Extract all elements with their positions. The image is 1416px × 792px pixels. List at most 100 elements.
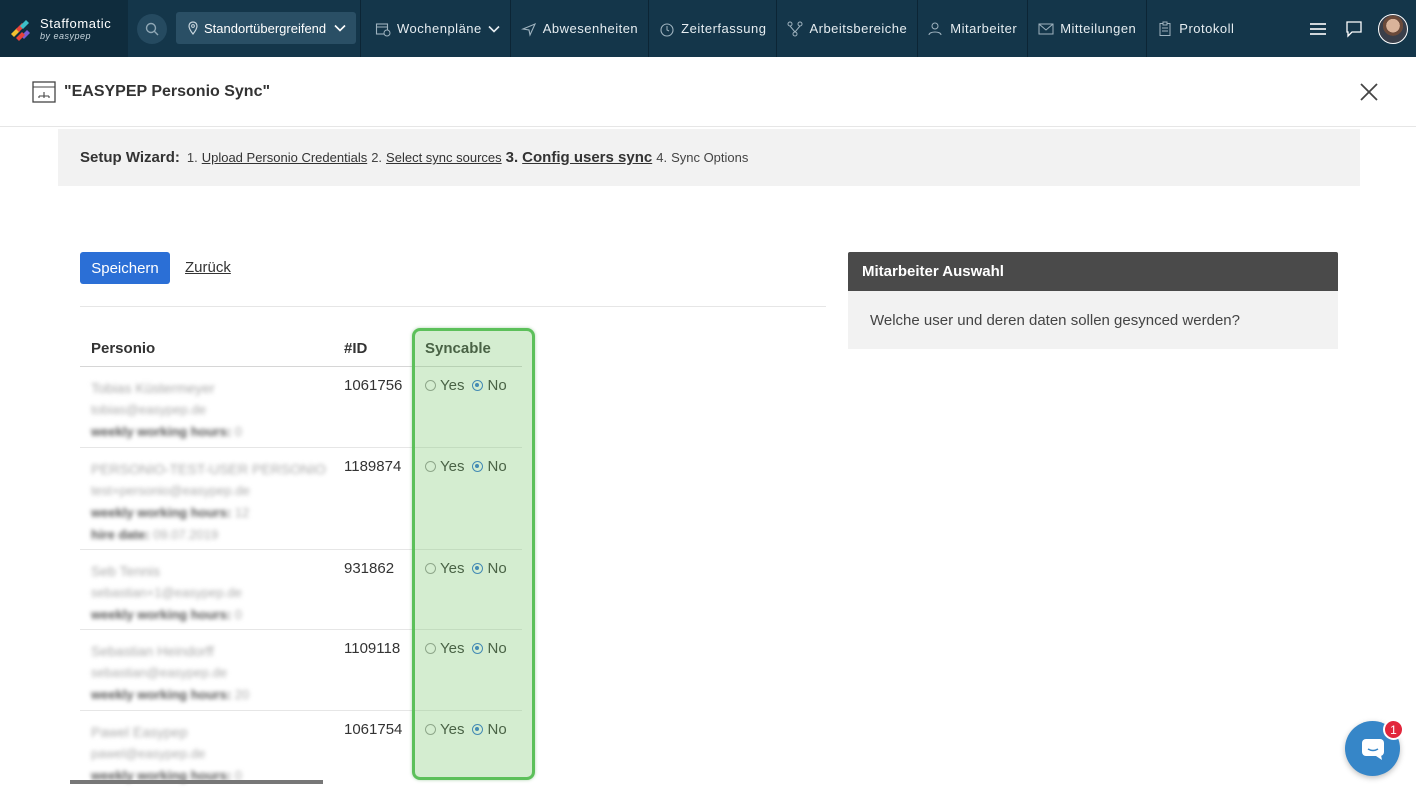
chevron-down-icon (334, 24, 346, 32)
user-id: 1109118 (344, 640, 401, 657)
divider (80, 306, 826, 307)
messages-button[interactable] (1336, 0, 1372, 57)
user-email: sebastian@easypep.de (91, 665, 228, 680)
radio-yes[interactable] (425, 643, 436, 654)
syncable-options: Yes No (413, 550, 522, 629)
panel-body: Welche user und deren daten sollen gesyn… (848, 291, 1338, 349)
personio-user-info: PERSONIO-TEST-USER PERSONIO test+personi… (80, 448, 333, 549)
syncable-no-option[interactable]: No (472, 377, 507, 394)
user-email: sebastian+1@easypep.de (91, 585, 242, 600)
syncable-no-option[interactable]: No (472, 560, 507, 577)
personio-user-info: Tobias Küstermeyer tobias@easypep.de wee… (80, 367, 333, 447)
horizontal-scrollbar[interactable] (70, 780, 323, 784)
detail-key: weekly working hours: (91, 505, 232, 520)
clock-icon (660, 22, 674, 37)
radio-no-label: No (487, 640, 507, 657)
radio-no[interactable] (472, 380, 484, 391)
info-panel: Mitarbeiter Auswahl Welche user und dere… (848, 252, 1338, 349)
nav-label-wochenplaene: Wochenpläne (397, 21, 482, 36)
radio-no[interactable] (472, 563, 484, 574)
nav-item-wochenplaene[interactable]: Wochenpläne (360, 0, 511, 57)
nav-label-arbeitsbereiche: Arbeitsbereiche (809, 21, 908, 36)
radio-no-label: No (487, 377, 507, 394)
chevron-down-icon (488, 25, 500, 33)
wizard-step-3-link[interactable]: Config users sync (522, 149, 652, 166)
nav-label-mitteilungen: Mitteilungen (1060, 21, 1137, 36)
detail-value: 12 (234, 505, 250, 520)
radio-no-label: No (487, 560, 507, 577)
nav-label-abwesenheiten: Abwesenheiten (542, 21, 639, 36)
search-icon (145, 22, 159, 35)
user-email: tobias@easypep.de (91, 402, 207, 417)
radio-no[interactable] (472, 461, 484, 472)
save-button[interactable]: Speichern (80, 252, 170, 284)
nav-item-zeiterfassung[interactable]: Zeiterfassung (649, 0, 778, 57)
radio-no[interactable] (472, 724, 484, 735)
detail-value: 20 (234, 687, 250, 702)
radio-yes-label: Yes (440, 721, 465, 738)
radio-yes-label: Yes (440, 377, 465, 394)
calendar-icon (375, 22, 391, 36)
radio-yes[interactable] (425, 724, 436, 735)
wizard-step-1-link[interactable]: Upload Personio Credentials (202, 150, 367, 165)
radio-yes[interactable] (425, 380, 436, 391)
user-name: Pawel Easypep (91, 724, 188, 740)
nav-item-arbeitsbereiche[interactable]: Arbeitsbereiche (777, 0, 919, 57)
column-header-syncable: Syncable (425, 339, 491, 357)
wizard-step-4-num: 4. (656, 150, 668, 165)
syncable-options: Yes No (413, 630, 522, 710)
menu-button[interactable] (1300, 0, 1336, 57)
nav-item-mitarbeiter[interactable]: Mitarbeiter (918, 0, 1029, 57)
detail-key: hire date: (91, 527, 150, 542)
nav-item-abwesenheiten[interactable]: Abwesenheiten (511, 0, 650, 57)
syncable-yes-option[interactable]: Yes (425, 560, 464, 577)
location-pin-icon (188, 21, 198, 35)
detail-key: weekly working hours: (91, 687, 232, 702)
nav-label-mitarbeiter: Mitarbeiter (950, 21, 1018, 36)
syncable-yes-option[interactable]: Yes (425, 721, 464, 738)
table-row: Tobias Küstermeyer tobias@easypep.de wee… (80, 367, 522, 448)
detail-value: 0 (234, 424, 243, 439)
radio-no-label: No (487, 721, 507, 738)
setup-wizard-steps: Setup Wizard: 1. Upload Personio Credent… (58, 129, 1360, 186)
user-name: Sebastian Heindorff (91, 643, 214, 659)
brand-logo[interactable]: Staffomatic by easypep (0, 0, 128, 57)
wizard-step-2-num: 2. (371, 150, 383, 165)
wizard-step-3-num: 3. (505, 149, 519, 166)
radio-yes[interactable] (425, 461, 436, 472)
syncable-no-option[interactable]: No (472, 640, 507, 657)
main-nav: Wochenpläne Abwesenheiten Zeiterfassung … (360, 0, 1244, 57)
syncable-no-option[interactable]: No (472, 721, 507, 738)
location-selector[interactable]: Standortübergreifend (176, 12, 356, 44)
detail-key: weekly working hours: (91, 607, 232, 622)
user-id: 1061756 (344, 377, 403, 394)
search-button[interactable] (128, 0, 176, 57)
users-icon (928, 22, 942, 35)
radio-yes[interactable] (425, 563, 436, 574)
brand-subtitle: by easypep (40, 30, 92, 41)
personio-user-info: Seb Tennis sebastian+1@easypep.de weekly… (80, 550, 333, 629)
users-sync-table: Personio #ID Syncable Tobias Küstermeyer… (80, 330, 522, 792)
clipboard-icon (1159, 21, 1171, 36)
sync-app-icon (32, 80, 56, 103)
close-icon[interactable] (1358, 81, 1380, 103)
plane-icon (520, 22, 536, 37)
hamburger-menu-icon (1310, 22, 1326, 35)
brand-name: Staffomatic (40, 15, 112, 31)
nav-item-mitteilungen[interactable]: Mitteilungen (1028, 0, 1148, 57)
user-name: PERSONIO-TEST-USER PERSONIO (91, 461, 326, 477)
syncable-yes-option[interactable]: Yes (425, 458, 464, 475)
wizard-step-1-num: 1. (186, 150, 198, 165)
wizard-step-2-link[interactable]: Select sync sources (386, 150, 502, 165)
syncable-yes-option[interactable]: Yes (425, 377, 464, 394)
user-avatar[interactable] (1378, 13, 1408, 44)
back-link[interactable]: Zurück (185, 259, 231, 276)
detail-value: 0 (234, 607, 243, 622)
syncable-yes-option[interactable]: Yes (425, 640, 464, 657)
syncable-no-option[interactable]: No (472, 458, 507, 475)
personio-user-info: Sebastian Heindorff sebastian@easypep.de… (80, 630, 333, 710)
table-row: Seb Tennis sebastian+1@easypep.de weekly… (80, 550, 522, 630)
column-header-personio: Personio (91, 339, 156, 357)
radio-no[interactable] (472, 643, 484, 654)
nav-item-protokoll[interactable]: Protokoll (1147, 0, 1244, 57)
